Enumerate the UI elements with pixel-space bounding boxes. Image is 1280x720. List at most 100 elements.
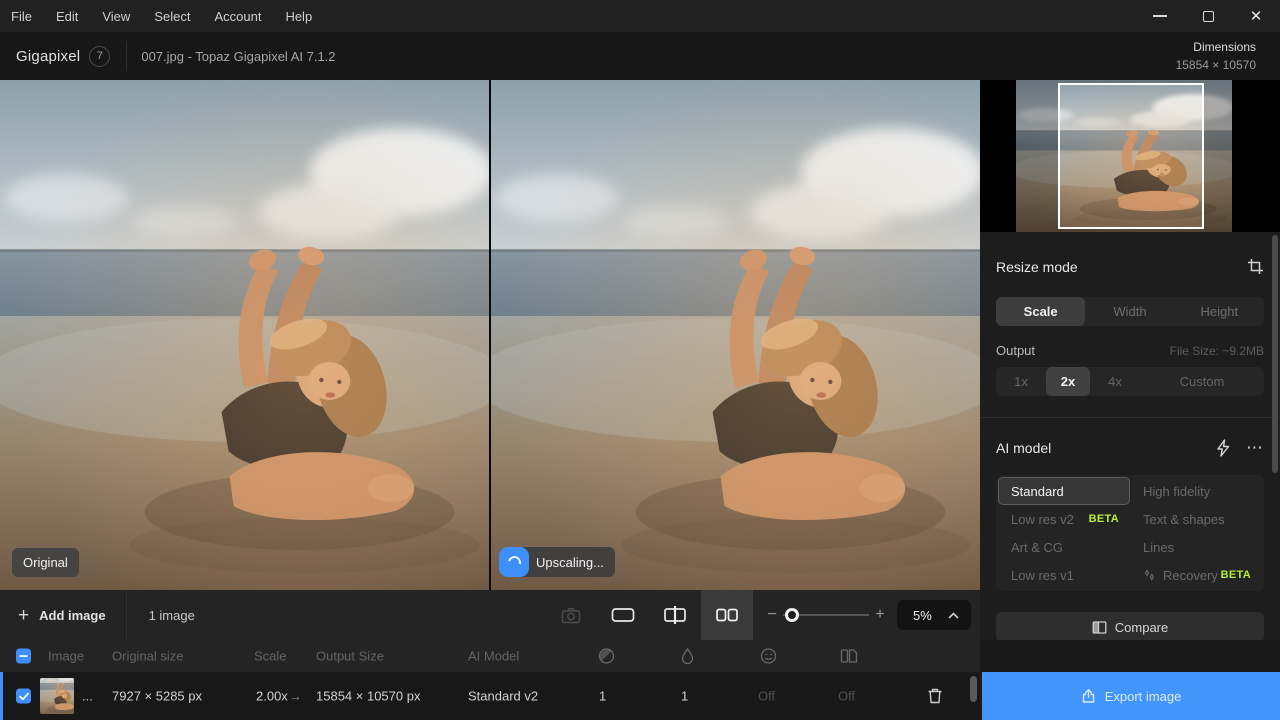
row-sharpen-value[interactable]: 1: [681, 689, 688, 704]
table-header: Image Original size Scale Output Size AI…: [0, 640, 980, 672]
row-checkbox[interactable]: [16, 689, 31, 704]
beta-badge: BETA: [1221, 569, 1251, 581]
col-original-size[interactable]: Original size: [112, 649, 184, 664]
model-high-fidelity[interactable]: High fidelity: [1130, 477, 1262, 505]
more-options-icon[interactable]: ⋯: [1246, 443, 1264, 453]
select-all-checkbox[interactable]: [16, 649, 31, 664]
model-label: Low res v2: [1011, 512, 1074, 527]
zoom-level-value: 5%: [913, 608, 948, 623]
scale-custom-button[interactable]: Custom: [1140, 367, 1264, 396]
menu-file[interactable]: File: [11, 9, 32, 24]
row-scale[interactable]: 2.00x: [256, 689, 288, 704]
export-icon: [1081, 688, 1096, 704]
zoom-control: − +: [765, 606, 887, 624]
col-image[interactable]: Image: [48, 649, 84, 664]
crop-icon[interactable]: [1247, 258, 1264, 275]
scale-2x-button[interactable]: 2x: [1046, 367, 1090, 396]
tab-width[interactable]: Width: [1085, 297, 1174, 326]
zoom-slider[interactable]: [783, 614, 869, 616]
model-art-cg[interactable]: Art & CG: [998, 533, 1130, 561]
menu-view[interactable]: View: [102, 9, 130, 24]
menu-edit[interactable]: Edit: [56, 9, 78, 24]
model-label: Standard: [1011, 484, 1064, 499]
model-low-res-v2[interactable]: Low res v2 BETA: [998, 505, 1130, 533]
scale-1x-button[interactable]: 1x: [996, 367, 1046, 396]
export-image-button[interactable]: Export image: [982, 672, 1280, 720]
menu-select[interactable]: Select: [154, 9, 190, 24]
version-badge[interactable]: 7: [89, 46, 110, 67]
model-label: Low res v1: [1011, 568, 1074, 583]
preview-panel[interactable]: Upscaling...: [491, 80, 980, 590]
app-brand: Gigapixel 7: [0, 46, 110, 67]
navigator-viewport-box[interactable]: [1058, 83, 1204, 229]
plus-icon: +: [18, 606, 29, 625]
gamma-column-icon[interactable]: [840, 648, 858, 664]
face-recovery-column-icon[interactable]: [760, 648, 777, 665]
row-gamma-value[interactable]: Off: [838, 689, 855, 704]
compare-label: Compare: [1115, 620, 1168, 635]
navigator-preview[interactable]: [980, 80, 1280, 232]
zoom-in-button[interactable]: +: [873, 606, 887, 624]
beta-badge: BETA: [1089, 513, 1119, 525]
menu-account[interactable]: Account: [214, 9, 261, 24]
model-label: Art & CG: [1011, 540, 1063, 555]
model-standard[interactable]: Standard: [998, 477, 1130, 505]
scale-options: 1x 2x 4x Custom: [996, 367, 1264, 396]
compare-button[interactable]: Compare: [996, 612, 1264, 642]
dimensions-readout: Dimensions 15854 × 10570: [1176, 40, 1280, 72]
minus-icon: [19, 652, 28, 661]
dimensions-label: Dimensions: [1176, 40, 1256, 54]
split-view-button[interactable]: [649, 590, 701, 640]
original-photo: [0, 80, 489, 590]
single-view-button[interactable]: [597, 590, 649, 640]
upscaled-photo: [491, 80, 980, 590]
col-ai-model[interactable]: AI Model: [468, 649, 519, 664]
trash-icon[interactable]: [927, 687, 943, 705]
original-panel[interactable]: Original: [0, 80, 489, 590]
image-queue-table: Image Original size Scale Output Size AI…: [0, 640, 980, 720]
check-icon: [19, 692, 29, 700]
close-icon: ✕: [1250, 9, 1263, 24]
minimize-button[interactable]: [1136, 0, 1184, 32]
maximize-button[interactable]: [1184, 0, 1232, 32]
denoise-column-icon[interactable]: [598, 648, 615, 665]
col-output-size[interactable]: Output Size: [316, 649, 384, 664]
model-low-res-v1[interactable]: Low res v1: [998, 561, 1130, 589]
table-scrollbar[interactable]: [970, 676, 977, 702]
chevron-up-icon: [948, 612, 959, 619]
bottom-toolbar: + Add image 1 image: [0, 590, 980, 640]
snapshot-button[interactable]: [545, 590, 597, 640]
row-face-recovery-value[interactable]: Off: [758, 689, 775, 704]
title-separator: [126, 41, 127, 71]
row-ai-model[interactable]: Standard v2: [468, 689, 538, 704]
menu-bar: File Edit View Select Account Help ✕: [0, 0, 1280, 32]
single-view-icon: [611, 607, 635, 623]
sidebar-scrollbar[interactable]: [1272, 235, 1278, 473]
row-selected-accent: [0, 672, 3, 720]
table-row[interactable]: ... 7927 × 5285 px 2.00x → 15854 × 10570…: [0, 672, 980, 720]
gigapixel-window: File Edit View Select Account Help ✕ Gig…: [0, 0, 1280, 720]
row-denoise-value[interactable]: 1: [599, 689, 606, 704]
app-name: Gigapixel: [16, 48, 80, 65]
lightning-icon[interactable]: [1215, 439, 1231, 457]
tab-height[interactable]: Height: [1175, 297, 1264, 326]
model-text-shapes[interactable]: Text & shapes: [1130, 505, 1262, 533]
zoom-out-button[interactable]: −: [765, 606, 779, 624]
model-lines[interactable]: Lines: [1130, 533, 1262, 561]
model-recovery[interactable]: Recovery BETA: [1130, 561, 1262, 589]
row-original-size: 7927 × 5285 px: [112, 689, 202, 704]
export-strip: [980, 640, 1280, 672]
side-by-side-button[interactable]: [701, 590, 753, 640]
zoom-level-dropdown[interactable]: 5%: [897, 600, 971, 630]
menu-help[interactable]: Help: [285, 9, 312, 24]
tab-scale[interactable]: Scale: [996, 297, 1085, 326]
scale-4x-button[interactable]: 4x: [1090, 367, 1140, 396]
col-scale[interactable]: Scale: [254, 649, 287, 664]
document-title: 007.jpg - Topaz Gigapixel AI 7.1.2: [141, 49, 335, 64]
sharpen-column-icon[interactable]: [680, 648, 695, 665]
upscaling-status: Upscaling...: [499, 547, 615, 577]
zoom-slider-knob[interactable]: [785, 608, 799, 622]
add-image-button[interactable]: + Add image: [0, 606, 106, 625]
close-button[interactable]: ✕: [1232, 0, 1280, 32]
row-filename: ...: [82, 689, 93, 704]
